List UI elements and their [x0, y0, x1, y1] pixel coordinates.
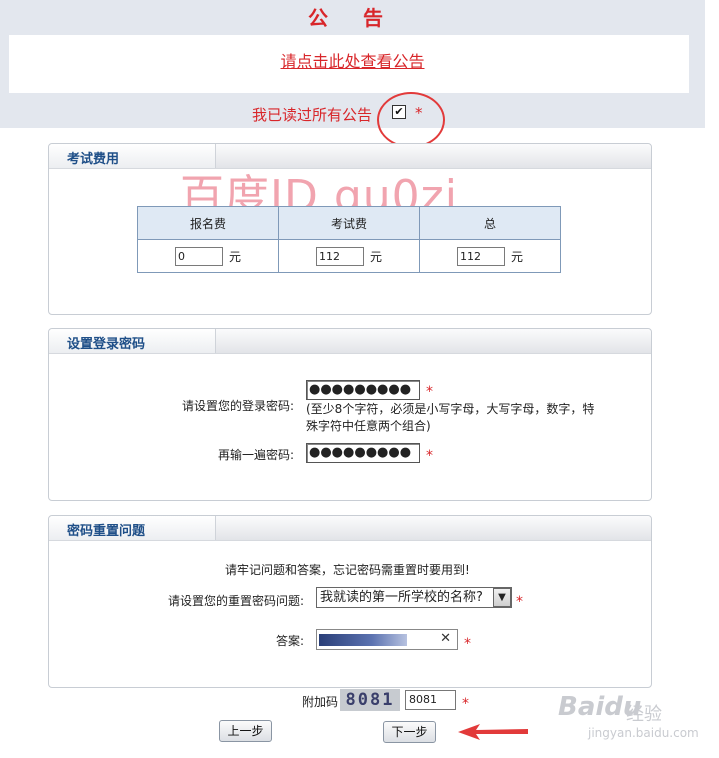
captcha-input[interactable]: 8081: [405, 690, 456, 710]
confirm-password-input[interactable]: ●●●●●●●●●: [306, 443, 420, 463]
security-notice: 请牢记问题和答案，忘记密码需重置时要用到!: [225, 563, 470, 577]
jingyan-url-watermark: jingyan.baidu.com: [588, 726, 699, 740]
fee-unit: 元: [369, 249, 382, 264]
security-panel-title: 密码重置问题: [67, 524, 146, 539]
jingyan-watermark: 经验: [626, 704, 662, 725]
read-all-announcements-label: 我已读过所有公告: [252, 106, 373, 124]
fee-panel-title: 考试费用: [67, 152, 120, 167]
chevron-down-icon[interactable]: ▼: [493, 588, 511, 607]
registration-fee-field[interactable]: 0: [174, 246, 223, 266]
view-announcement-link[interactable]: 请点击此处查看公告: [0, 48, 705, 72]
required-mark: *: [464, 636, 471, 652]
captcha-label: 附加码: [302, 695, 339, 709]
password-hint-line1: (至少8个字符，必须是小写字母，大写字母，数字，特: [306, 402, 595, 416]
password-hint-line2: 殊字符中任意两个组合): [306, 419, 431, 433]
password-input[interactable]: ●●●●●●●●●: [306, 380, 420, 400]
security-question-label: 请设置您的重置密码问题:: [168, 594, 305, 608]
fee-header-exam: 考试费: [278, 206, 420, 240]
fee-cell-registration: 0元: [137, 239, 279, 273]
fee-unit: 元: [228, 249, 241, 264]
required-mark: *: [426, 448, 433, 464]
annotation-arrow-icon: [458, 724, 528, 740]
previous-step-button[interactable]: 上一步: [219, 720, 272, 742]
required-mark: *: [462, 696, 469, 712]
security-question-value: 我就读的第一所学校的名称?: [320, 590, 483, 605]
fee-table: 报名费 考试费 总 0元 112 元 112 元: [137, 206, 561, 273]
captcha-image[interactable]: 8081: [340, 689, 400, 711]
password-hint: (至少8个字符，必须是小写字母，大写字母，数字，特 殊字符中任意两个组合): [306, 401, 606, 435]
password-panel-tab: 设置登录密码: [49, 329, 216, 353]
annotation-circle: [377, 92, 445, 148]
fee-header-total: 总: [419, 206, 561, 240]
required-mark: *: [516, 594, 523, 610]
exam-fee-field[interactable]: 112: [315, 246, 364, 266]
answer-redacted-value: [319, 634, 407, 646]
fee-unit: 元: [510, 249, 523, 264]
security-question-select[interactable]: 我就读的第一所学校的名称? ▼: [316, 587, 512, 608]
right-margin: [705, 0, 719, 758]
fee-cell-exam: 112 元: [278, 239, 420, 273]
password-panel-header: 设置登录密码: [49, 329, 651, 354]
confirm-password-label: 再输一遍密码:: [218, 448, 295, 462]
fee-header-registration: 报名费: [137, 206, 279, 240]
next-step-button[interactable]: 下一步: [383, 721, 436, 743]
password-label: 请设置您的登录密码:: [182, 399, 295, 413]
security-panel-tab: 密码重置问题: [49, 516, 216, 540]
answer-label: 答案:: [276, 634, 305, 648]
answer-input[interactable]: ✕: [316, 629, 458, 650]
password-panel-title: 设置登录密码: [67, 337, 146, 352]
close-icon[interactable]: ✕: [440, 631, 451, 646]
required-mark: *: [426, 384, 433, 400]
fee-cell-total: 112 元: [419, 239, 561, 273]
total-fee-field[interactable]: 112: [456, 246, 505, 266]
security-panel-header: 密码重置问题: [49, 516, 651, 541]
announcement-title: 公 告: [308, 6, 397, 30]
